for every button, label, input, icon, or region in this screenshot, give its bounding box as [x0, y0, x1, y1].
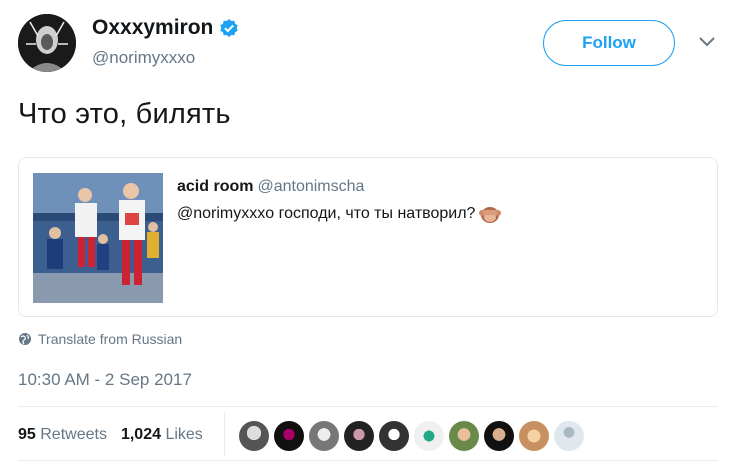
stats-separator [224, 412, 225, 456]
retweets-stat[interactable]: 95 Retweets [18, 426, 107, 444]
liker-avatar[interactable] [274, 421, 304, 451]
author-handle[interactable]: @norimyxxxo [92, 48, 195, 68]
tweet-text: Что это, билять [18, 98, 231, 130]
divider-bottom [18, 460, 718, 461]
liker-avatar[interactable] [414, 421, 444, 451]
quoted-author-handle[interactable]: @antonimscha [257, 178, 364, 195]
author-avatar[interactable] [18, 14, 76, 72]
liker-avatar[interactable] [309, 421, 339, 451]
author-name[interactable]: Oxxxymiron [92, 16, 213, 40]
liker-avatar[interactable] [519, 421, 549, 451]
globe-icon [19, 333, 31, 345]
quoted-tweet-text: @norimyxxxo господи, что ты натворил? [177, 205, 476, 222]
retweets-count: 95 [18, 426, 36, 443]
likes-stat[interactable]: 1,024 Likes [121, 426, 203, 444]
see-no-evil-monkey-icon [479, 207, 502, 223]
liker-avatar[interactable] [239, 421, 269, 451]
quoted-author-name[interactable]: acid room [177, 178, 253, 195]
follow-button[interactable]: Follow [543, 20, 675, 66]
liker-avatar[interactable] [484, 421, 514, 451]
liker-avatar[interactable] [449, 421, 479, 451]
liker-avatar[interactable] [554, 421, 584, 451]
likes-count: 1,024 [120, 426, 161, 443]
chevron-down-icon[interactable] [698, 36, 716, 48]
translate-label[interactable]: Translate from Russian [38, 331, 182, 347]
author-name-row[interactable]: Oxxxymiron [92, 16, 239, 40]
quoted-tweet-text-row: @norimyxxxo господи, что ты натворил? [177, 204, 502, 224]
divider-top [18, 406, 718, 407]
liker-avatar[interactable] [379, 421, 409, 451]
quoted-tweet[interactable]: acid room @antonimscha @norimyxxxo господ… [18, 157, 718, 317]
translate-link[interactable]: Translate from Russian [18, 331, 182, 347]
tweet-timestamp[interactable]: 10:30 AM - 2 Sep 2017 [18, 370, 192, 390]
liker-avatars [239, 421, 584, 451]
verified-badge-icon [220, 19, 239, 37]
liker-avatar[interactable] [344, 421, 374, 451]
engagement-stats: 95 Retweets 1,024 Likes [18, 426, 203, 444]
quoted-author-row[interactable]: acid room @antonimscha [177, 178, 364, 196]
likes-label: Likes [165, 426, 203, 443]
quoted-tweet-image[interactable] [33, 173, 163, 303]
retweets-label: Retweets [40, 426, 107, 443]
